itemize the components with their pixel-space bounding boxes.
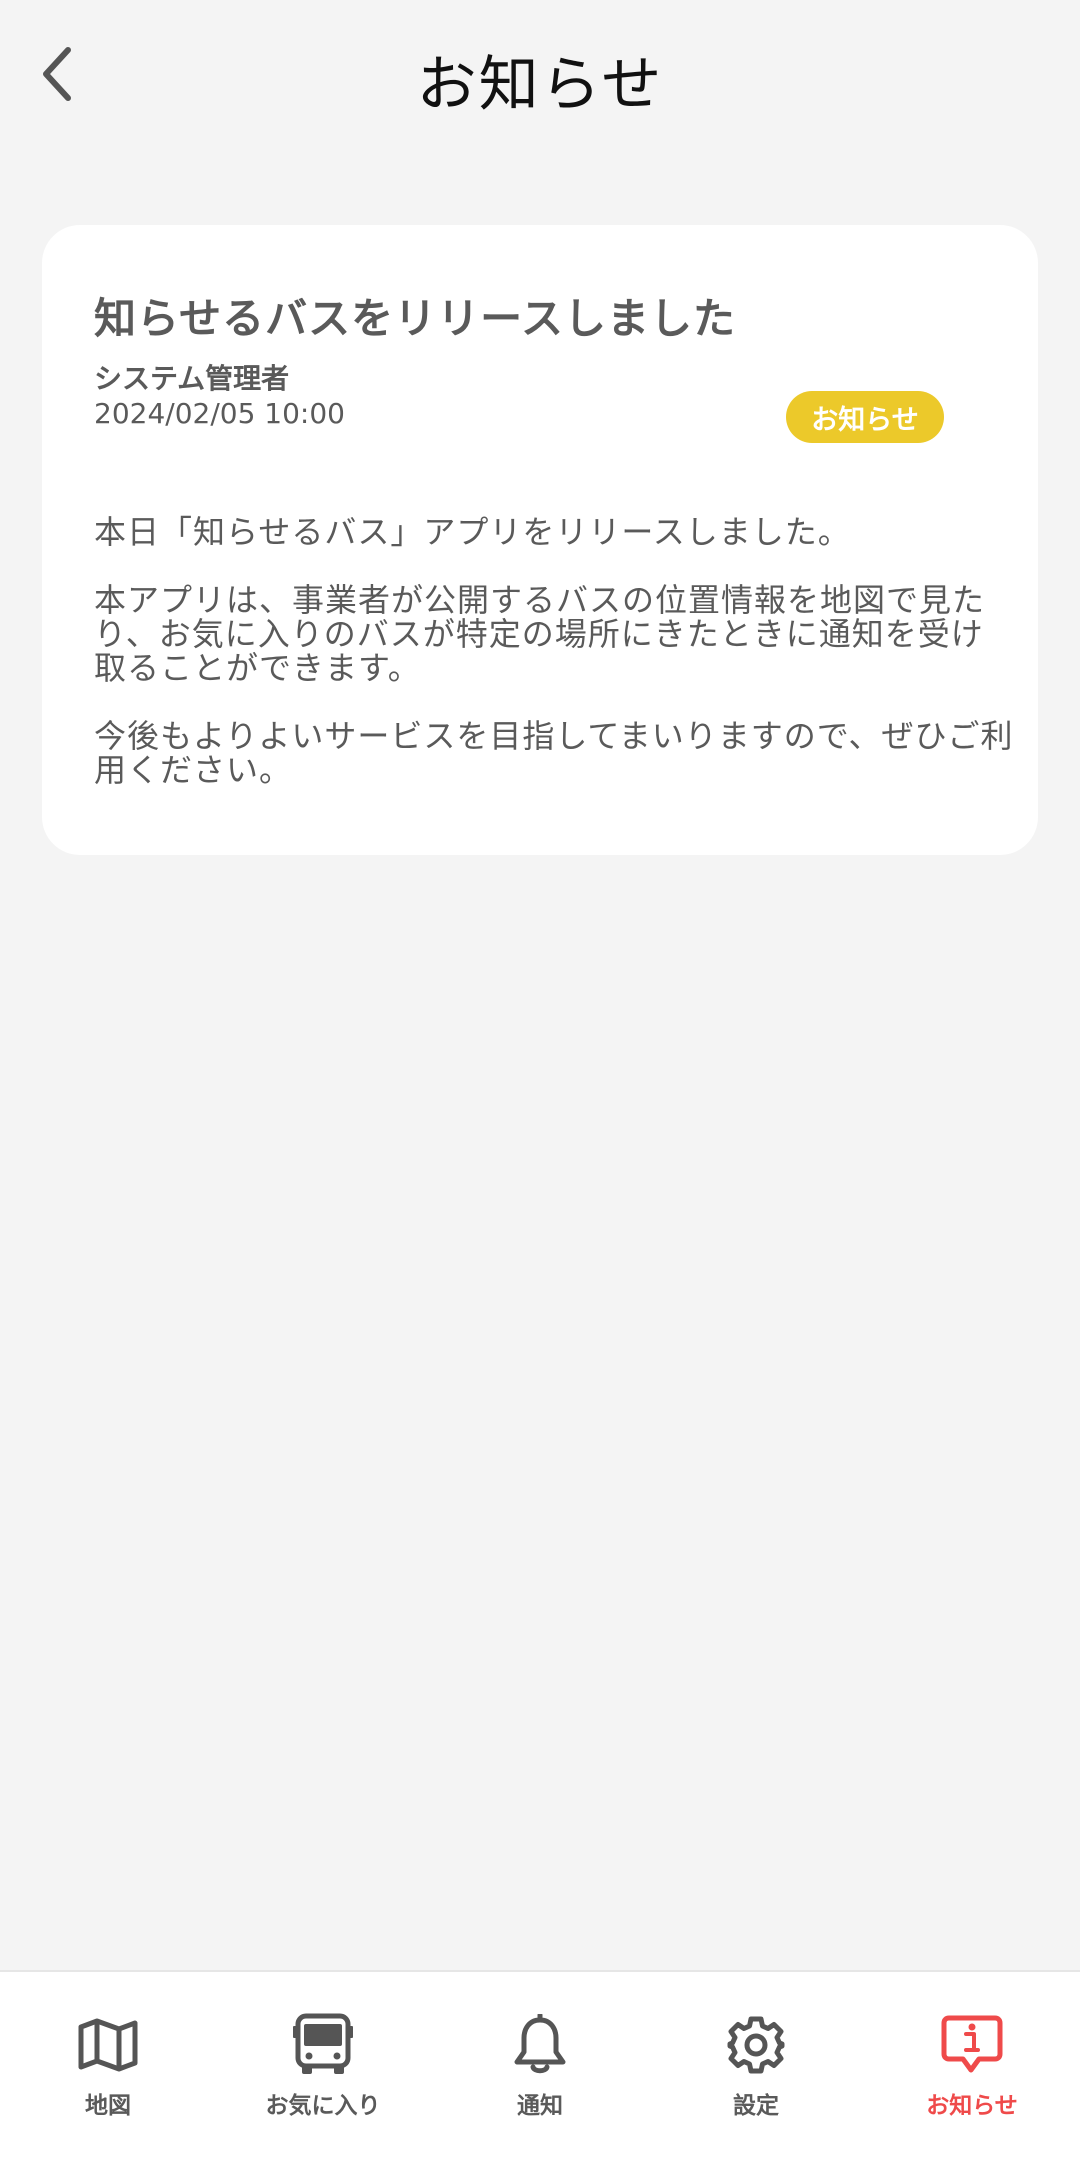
tab-label: お気に入り xyxy=(265,2093,381,2119)
page-title: お知らせ xyxy=(416,50,664,120)
header: お知らせ xyxy=(0,0,1080,160)
tab-label: 地図 xyxy=(85,2093,131,2119)
tab-label: 設定 xyxy=(733,2093,779,2119)
tab-announcements[interactable]: お知らせ xyxy=(887,2012,1057,2132)
tab-label: 通知 xyxy=(517,2093,563,2119)
tab-label: お知らせ xyxy=(926,2093,1018,2119)
gear-icon xyxy=(723,2012,789,2078)
map-icon xyxy=(75,2012,141,2078)
notice-body: 本日「知らせるバス」アプリをリリースしました。 本アプリは、事業者が公開するバス… xyxy=(94,515,1014,821)
notice-date: 2024/02/05 10:00 xyxy=(94,397,345,430)
info-message-icon xyxy=(939,2012,1005,2078)
tab-notifications[interactable]: 通知 xyxy=(455,2012,625,2132)
notice-paragraph: 本日「知らせるバス」アプリをリリースしました。 xyxy=(94,513,851,551)
bus-icon xyxy=(290,2012,356,2078)
category-badge: お知らせ xyxy=(786,391,944,443)
bottom-tab-bar: 地図 お気に入り 通知 設定 お知らせ xyxy=(0,1970,1080,2175)
notice-paragraph: 本アプリは、事業者が公開するバスの位置情報を地図で見たり、お気に入りのバスが特定… xyxy=(94,581,986,687)
notice-author: システム管理者 xyxy=(94,362,290,395)
notice-title: 知らせるバスをリリースしました xyxy=(94,294,737,343)
notice-paragraph: 今後もよりよいサービスを目指してまいりますので、ぜひご利用ください。 xyxy=(94,717,1014,789)
tab-settings[interactable]: 設定 xyxy=(671,2012,841,2132)
bell-icon xyxy=(507,2012,573,2078)
notice-card: 知らせるバスをリリースしました システム管理者 2024/02/05 10:00… xyxy=(42,225,1038,855)
tab-map[interactable]: 地図 xyxy=(23,2012,193,2132)
tab-favorites[interactable]: お気に入り xyxy=(238,2012,408,2132)
